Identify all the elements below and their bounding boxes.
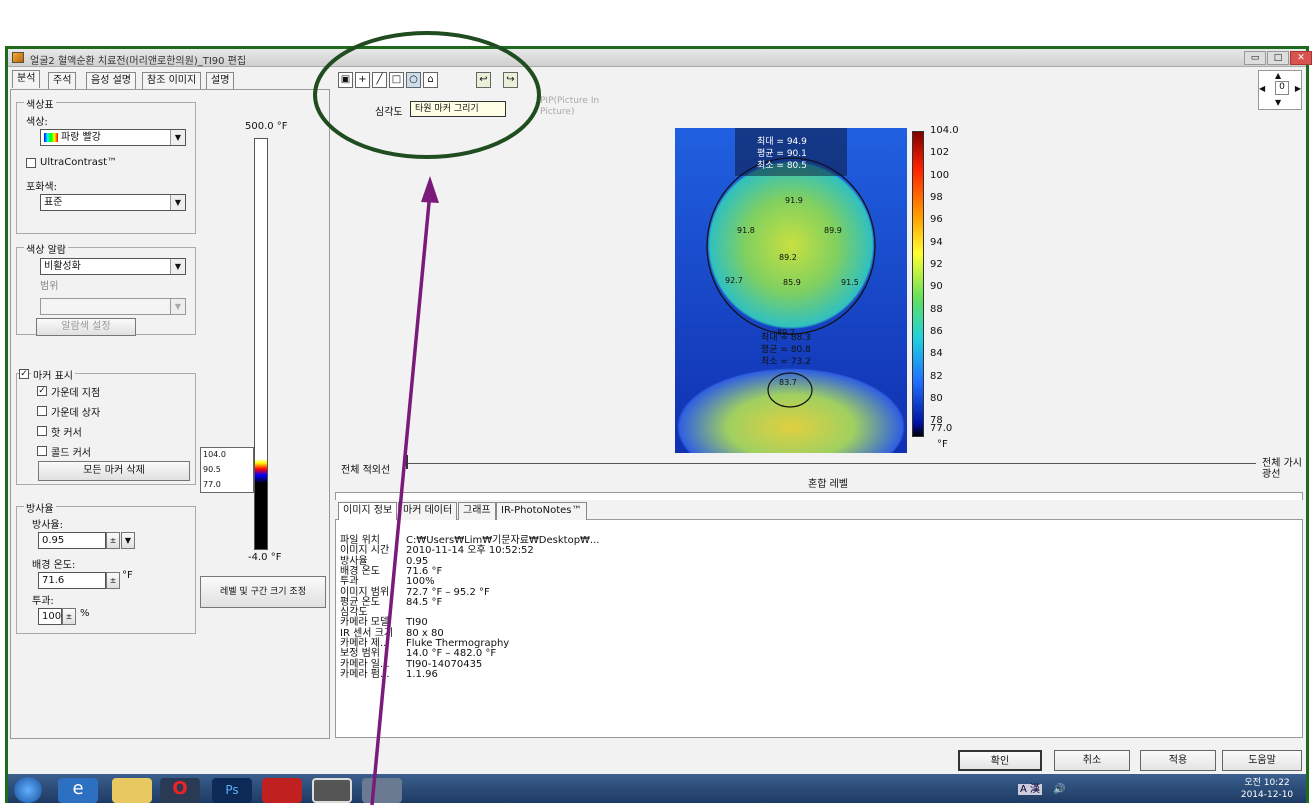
annotation-overlay bbox=[313, 31, 541, 805]
annotation-arrow-head bbox=[421, 176, 439, 203]
annotation-arrow-line bbox=[370, 191, 432, 805]
annotation-circle bbox=[313, 31, 541, 159]
